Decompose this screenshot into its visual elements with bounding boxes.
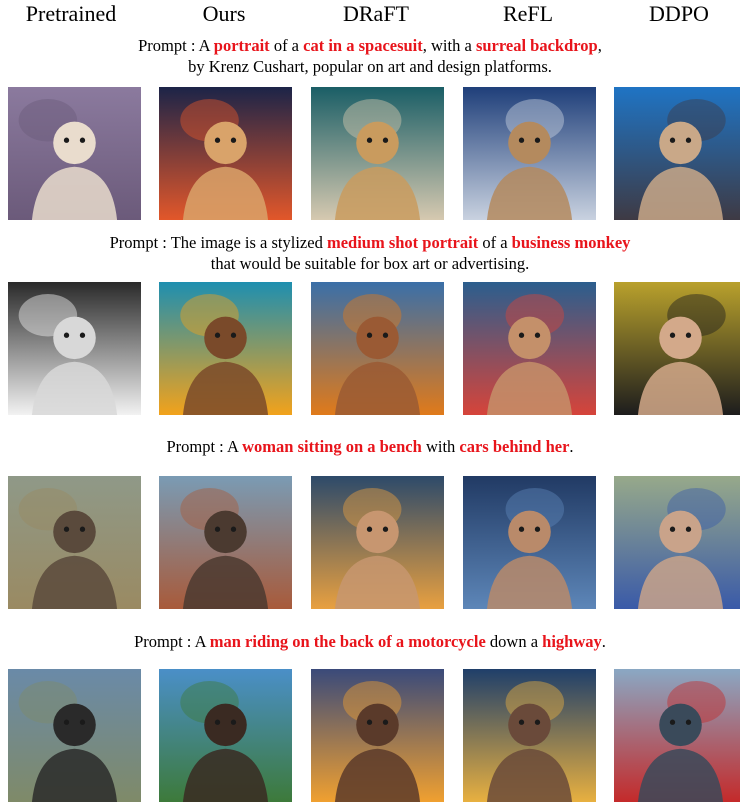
image-row-3-draft (311, 476, 444, 609)
image-row-2-ddpo (614, 282, 740, 415)
prompt-text: Prompt : A (138, 36, 214, 55)
image-row-3-ours (159, 476, 292, 609)
prompt-line: by Krenz Cushart, popular on art and des… (0, 56, 740, 77)
image-row-4-ddpo (614, 669, 740, 802)
prompt-text: Prompt : A (166, 437, 243, 456)
prompt-text: . (569, 437, 574, 456)
image-row-1-ours (159, 87, 292, 220)
prompt-keyword: man riding on the back of a motorcycle (209, 632, 486, 651)
prompt-row-1: Prompt : A portrait of a cat in a spaces… (0, 35, 740, 77)
image-row-1-refl (463, 87, 596, 220)
prompt-line: Prompt : A woman sitting on a bench with… (0, 436, 740, 457)
prompt-text: Prompt : The image is a stylized (109, 233, 327, 252)
image-row-1-draft (311, 87, 444, 220)
column-header-pretrained: Pretrained (25, 1, 117, 26)
image-row-4-refl (463, 669, 596, 802)
image-row-1-ddpo (614, 87, 740, 220)
prompt-text: down a (485, 632, 543, 651)
prompt-row-2: Prompt : The image is a stylized medium … (0, 232, 740, 274)
image-row-3-refl (463, 476, 596, 609)
prompt-text: Prompt : A (134, 632, 210, 651)
image-row-2-ours (159, 282, 292, 415)
image-row-1-pretrained (8, 87, 141, 220)
image-row-4-pretrained (8, 669, 141, 802)
prompt-keyword: surreal backdrop (475, 36, 598, 55)
prompt-keyword: medium shot portrait (326, 233, 479, 252)
image-row-2-draft (311, 282, 444, 415)
prompt-keyword: portrait (213, 36, 270, 55)
prompt-row-4: Prompt : A man riding on the back of a m… (0, 631, 740, 652)
image-row-4-draft (311, 669, 444, 802)
column-header-ours: Ours (202, 1, 246, 26)
prompt-keyword: highway (542, 632, 602, 651)
column-header-ddpo: DDPO (649, 1, 709, 26)
prompt-text: . (601, 632, 606, 651)
prompt-text: that would be suitable for box art or ad… (210, 254, 530, 273)
prompt-line: Prompt : A man riding on the back of a m… (0, 631, 740, 652)
prompt-text: of a (269, 36, 304, 55)
prompt-keyword: business monkey (511, 233, 631, 252)
column-header-refl: ReFL (502, 1, 554, 26)
prompt-line: Prompt : A portrait of a cat in a spaces… (0, 35, 740, 56)
prompt-text: of a (478, 233, 512, 252)
prompt-row-3: Prompt : A woman sitting on a bench with… (0, 436, 740, 457)
prompt-text: with (421, 437, 460, 456)
column-headers: Pretrained Ours DRaFT ReFL DDPO (0, 0, 740, 30)
prompt-text: by Krenz Cushart, popular on art and des… (188, 57, 552, 76)
image-row-2-pretrained (8, 282, 141, 415)
prompt-line: Prompt : The image is a stylized medium … (0, 232, 740, 253)
prompt-text: , (597, 36, 602, 55)
prompt-keyword: woman sitting on a bench (242, 437, 422, 456)
prompt-text: , with a (422, 36, 476, 55)
image-row-3-pretrained (8, 476, 141, 609)
image-row-4-ours (159, 669, 292, 802)
prompt-keyword: cat in a spacesuit (303, 36, 423, 55)
column-header-draft: DRaFT (343, 1, 409, 26)
prompt-keyword: cars behind her (459, 437, 570, 456)
prompt-line: that would be suitable for box art or ad… (0, 253, 740, 274)
image-row-2-refl (463, 282, 596, 415)
image-row-3-ddpo (614, 476, 740, 609)
